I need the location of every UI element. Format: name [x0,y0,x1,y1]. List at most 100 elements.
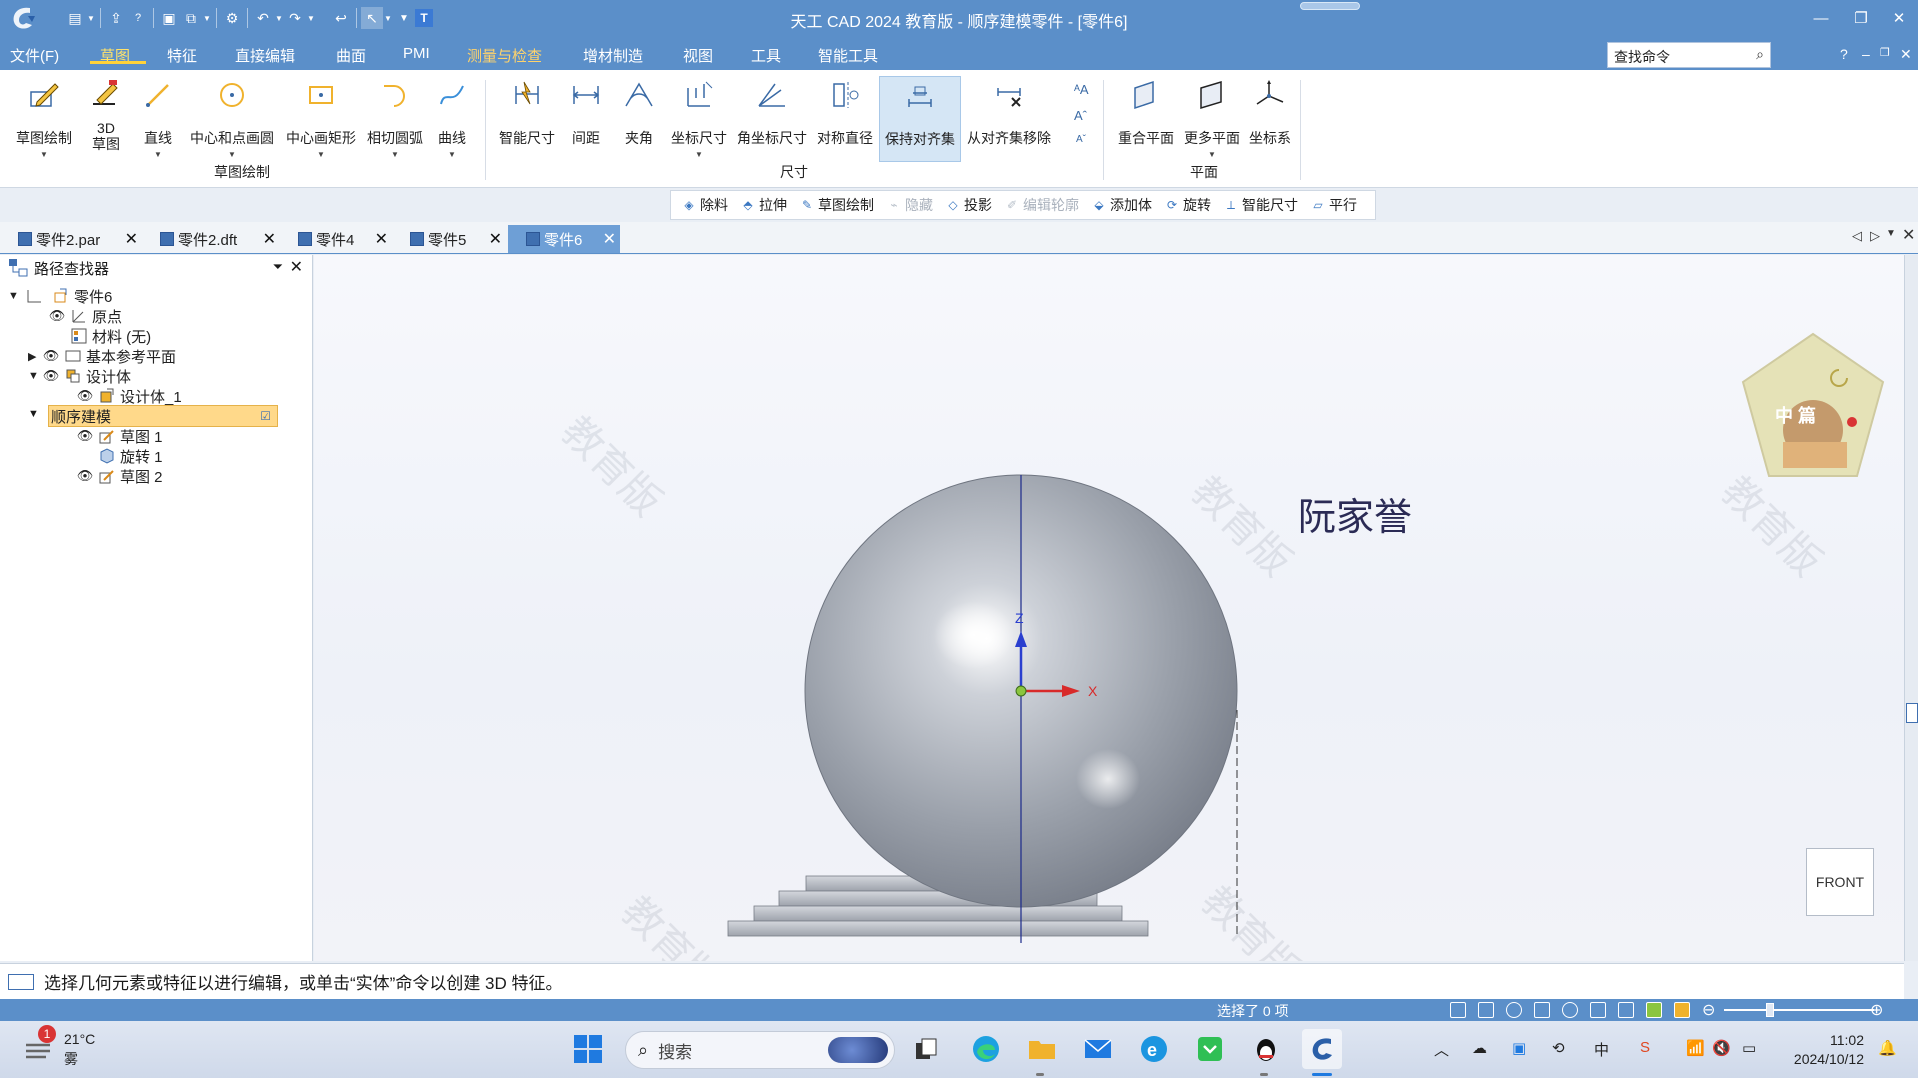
model-3d[interactable]: Z X [314,255,1904,961]
shading-icon[interactable] [1646,1002,1662,1018]
close-all-tabs-icon[interactable]: ✕ [1902,225,1915,245]
ribbon-restore-icon[interactable]: ❐ [1880,46,1890,59]
coordinate-dimension-button[interactable]: 坐标尺寸 ▼ [668,76,730,159]
dock-tab-icon[interactable] [1906,703,1918,723]
tree-node-sketch-2[interactable]: 👁 草图 2 [76,465,163,487]
tab-part2-par[interactable]: 零件2.par ✕ [0,225,142,253]
menu-additive[interactable]: 增材制造 [583,45,643,66]
tab-next-icon[interactable]: ▷ [1870,228,1880,244]
more-planes-button[interactable]: 更多平面 ▼ [1180,76,1244,159]
system-clock[interactable]: 11:02 2024/10/12 [1784,1031,1864,1069]
eye-icon[interactable]: 👁 [42,368,60,384]
view-cube[interactable]: FRONT [1806,848,1874,916]
font-grow-icon[interactable]: Aˆ [1074,108,1087,123]
remove-from-alignment-button[interactable]: 从对齐集移除 [963,76,1055,148]
taskbar-search[interactable]: ⌕ 搜索 [625,1031,895,1069]
sketch-command[interactable]: ✎ 草图绘制 [799,195,874,215]
close-tab-icon[interactable]: ✕ [489,229,502,249]
ime-indicator[interactable]: 中 [1594,1039,1609,1060]
line-button[interactable]: 直线 ▼ [140,76,176,159]
eye-icon[interactable]: 👁 [76,468,94,484]
pan-icon[interactable] [1534,1002,1550,1018]
start-button[interactable] [570,1031,606,1067]
zoom-out-icon[interactable]: ⊖ [1702,1000,1715,1020]
wps-icon[interactable]: S [1640,1039,1650,1056]
curve-button[interactable]: 曲线 ▼ [434,76,470,159]
tree-node-ordered-modeling[interactable]: 顺序建模 ☑ [48,405,278,427]
ie-browser-button[interactable]: e [1136,1031,1172,1067]
menu-file[interactable]: 文件(F) [10,45,59,66]
zoom-icon[interactable] [1506,1002,1522,1018]
angle-button[interactable]: 夹角 [621,76,657,148]
eye-icon[interactable]: 👁 [76,388,94,404]
zoom-slider-track[interactable] [1724,1009,1874,1011]
eye-icon[interactable]: 👁 [76,428,94,444]
tray-expand-icon[interactable]: ︿ [1434,1039,1449,1060]
qq-button[interactable] [1248,1031,1284,1067]
zoom-in-icon[interactable]: ⊕ [1870,1000,1883,1020]
3d-viewport[interactable]: 教育版 教育版 教育版 教育版 教育版 Z X 中 篇 阮家誉 [314,255,1904,961]
restore-button[interactable]: ❐ [1846,6,1876,30]
tab-list-icon[interactable]: ▼ [1886,228,1896,239]
smart-dimension-command[interactable]: ⟂ 智能尺寸 [1223,195,1298,215]
eye-icon[interactable]: 👁 [42,348,60,364]
hide-command[interactable]: ⌁ 隐藏 [886,195,933,215]
coincident-plane-button[interactable]: 重合平面 [1114,76,1178,148]
close-window-button[interactable]: ✕ [1884,6,1914,30]
close-tab-icon[interactable]: ✕ [263,229,276,249]
view-style-icon[interactable] [1618,1002,1634,1018]
battery-icon[interactable]: ▭ [1742,1039,1756,1057]
smart-dimension-button[interactable]: 智能尺寸 [496,76,558,148]
tree-node-sketch-1[interactable]: 👁 草图 1 [76,425,163,447]
distance-button[interactable]: 间距 [568,76,604,148]
angular-coordinate-button[interactable]: 角坐标尺寸 [734,76,810,148]
menu-measure[interactable]: 测量与检查 [467,45,542,66]
notification-center-icon[interactable]: 🔔 [1878,1039,1897,1057]
extrude-command[interactable]: ⬘ 拉伸 [740,195,787,215]
tree-node-design-body[interactable]: ▼ 👁 设计体 [28,365,131,387]
close-pane-icon[interactable]: ✕ [290,257,303,277]
sketch-3d-button[interactable]: 3D 草图 [86,76,126,152]
search-icon[interactable]: ⌕ [1756,46,1764,63]
sketch-draw-button[interactable]: 草图绘制 ▼ [12,76,76,159]
view-orient-icon[interactable] [1590,1002,1606,1018]
font-shrink-icon[interactable]: Aˇ [1076,134,1086,145]
ribbon-minimize-icon[interactable]: – [1862,46,1870,62]
zoom-slider-thumb[interactable] [1766,1003,1774,1017]
center-rectangle-button[interactable]: 中心画矩形 ▼ [283,76,359,159]
menu-surface[interactable]: 曲面 [336,45,366,66]
add-body-command[interactable]: ⬙ 添加体 [1091,195,1152,215]
symmetric-diameter-button[interactable]: 对称直径 [814,76,876,148]
close-tab-icon[interactable]: ✕ [375,229,388,249]
pane-options-icon[interactable]: ⏷ [273,259,283,275]
tiangong-cad-button[interactable] [1302,1029,1342,1069]
menu-direct-edit[interactable]: 直接编辑 [235,45,295,66]
task-view-button[interactable] [908,1031,944,1067]
edit-profile-command[interactable]: ✐ 编辑轮廓 [1004,195,1079,215]
tray-app-icon[interactable]: ▣ [1512,1039,1526,1057]
coordinate-system-button[interactable]: 坐标系 [1248,76,1292,148]
tree-node-design-body-1[interactable]: 👁 设计体_1 [76,385,182,407]
menu-feature[interactable]: 特征 [167,45,197,66]
expand-icon[interactable]: ▶ [28,350,42,363]
weather-widget[interactable]: 1 21°C 雾 [22,1025,95,1069]
help-button[interactable]: ? [1840,46,1848,62]
tree-node-revolve-1[interactable]: 旋转 1 [94,445,163,467]
edge-browser-button[interactable] [968,1031,1004,1067]
menu-pmi[interactable]: PMI [403,45,430,62]
keep-alignment-set-button[interactable]: 保持对齐集 [879,76,961,162]
ribbon-close-icon[interactable]: ✕ [1900,46,1912,63]
revolve-command[interactable]: ⟳ 旋转 [1164,195,1211,215]
fit-view-icon[interactable] [1450,1002,1466,1018]
tree-node-base-planes[interactable]: ▶ 👁 基本参考平面 [28,345,176,367]
zoom-area-icon[interactable] [1478,1002,1494,1018]
collapse-icon[interactable]: ▼ [28,370,42,382]
tab-prev-icon[interactable]: ◁ [1852,228,1862,244]
rotate-icon[interactable] [1562,1002,1578,1018]
tree-node-material[interactable]: 材料 (无) [66,325,151,347]
tangent-arc-button[interactable]: 相切圆弧 ▼ [364,76,426,159]
project-command[interactable]: ◇ 投影 [945,195,992,215]
parallel-command[interactable]: ▱ 平行 [1310,195,1357,215]
wifi-icon[interactable]: 📶 [1686,1039,1705,1057]
menu-tools[interactable]: 工具 [751,45,781,66]
